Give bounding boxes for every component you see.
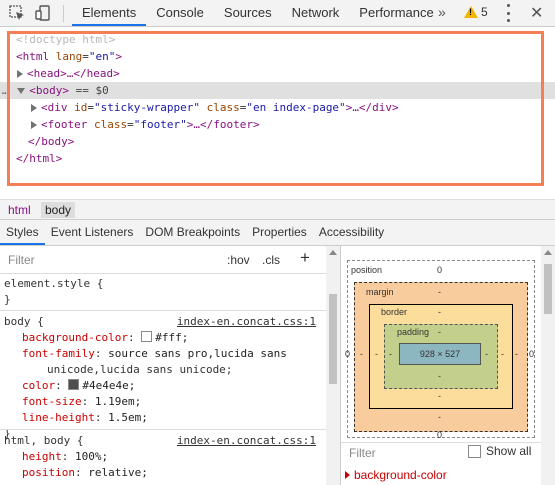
- tab-styles[interactable]: Styles: [0, 220, 45, 245]
- tab-accessibility[interactable]: Accessibility: [313, 220, 390, 245]
- element-style-rule[interactable]: element.style { }: [4, 276, 103, 308]
- dom-tree: <!doctype html> <html lang="en"> <head>……: [0, 27, 555, 199]
- panel-tabs: Elements Console Sources Network Perform…: [72, 0, 444, 26]
- border-bottom-value[interactable]: -: [438, 391, 441, 401]
- html-body-rule[interactable]: html, body { index-en.concat.css:1 heigh…: [4, 433, 322, 481]
- tab-dom-breakpoints[interactable]: DOM Breakpoints: [139, 220, 246, 245]
- prop-line-height[interactable]: line-height: 1.5em;: [4, 410, 322, 426]
- prop-height[interactable]: height: 100%;: [4, 449, 322, 465]
- styles-filter-bar: Filter :hov .cls +: [0, 246, 326, 274]
- scroll-up-icon[interactable]: [544, 250, 552, 255]
- tab-event-listeners[interactable]: Event Listeners: [45, 220, 140, 245]
- warnings-counter[interactable]: 5: [464, 5, 488, 19]
- computed-scrollbar[interactable]: [541, 246, 555, 485]
- body-rule[interactable]: body { index-en.concat.css:1 background-…: [4, 314, 322, 442]
- styles-filter-input[interactable]: Filter: [8, 253, 35, 267]
- hover-state-button[interactable]: :hov: [227, 253, 250, 267]
- devtools-toolbar: Elements Console Sources Network Perform…: [0, 0, 555, 27]
- styles-pane: Filter :hov .cls + element.style { } bod…: [0, 246, 326, 485]
- scroll-thumb[interactable]: [329, 294, 337, 384]
- body-rule-source-link[interactable]: index-en.concat.css:1: [177, 314, 316, 330]
- show-all-checkbox[interactable]: [468, 444, 481, 458]
- padding-label: padding: [397, 327, 430, 337]
- border-right-value[interactable]: -: [501, 349, 504, 359]
- more-tabs-icon[interactable]: »: [438, 4, 446, 20]
- prop-position[interactable]: position: relative;: [4, 465, 322, 481]
- computed-prop-name: background-color: [354, 468, 447, 482]
- tab-performance[interactable]: Performance: [349, 0, 443, 26]
- expand-triangle-icon[interactable]: [345, 471, 350, 479]
- new-rule-button[interactable]: +: [300, 248, 310, 268]
- prop-font-size[interactable]: font-size: 1.19em;: [4, 394, 322, 410]
- prop-font-family-cont: unicode,lucida sans unicode;: [47, 363, 233, 376]
- color-swatch-icon[interactable]: [141, 331, 153, 342]
- tab-console[interactable]: Console: [146, 0, 214, 26]
- prop-font-family[interactable]: font-family: source sans pro,lucida sans: [4, 346, 322, 362]
- element-style-selector: element.style {: [4, 277, 104, 290]
- scroll-up-icon[interactable]: [329, 250, 337, 255]
- border-top-value[interactable]: -: [438, 307, 441, 317]
- close-icon[interactable]: ✕: [530, 3, 543, 23]
- device-toolbar-icon[interactable]: [35, 5, 51, 21]
- divider: [0, 310, 326, 311]
- tab-properties[interactable]: Properties: [246, 220, 313, 245]
- margin-top-value[interactable]: -: [438, 287, 441, 297]
- annotation-highlight-box: [7, 31, 544, 186]
- divider: [0, 429, 326, 430]
- tab-sources[interactable]: Sources: [214, 0, 282, 26]
- position-label: position: [351, 265, 383, 275]
- show-all-toggle[interactable]: Show all: [468, 444, 531, 458]
- position-left-value[interactable]: 0: [345, 349, 350, 359]
- breadcrumb-body[interactable]: body: [41, 202, 76, 218]
- box-model-content[interactable]: 928 × 527: [399, 343, 481, 365]
- tab-elements[interactable]: Elements: [72, 0, 147, 26]
- toolbar-separator: [63, 5, 64, 22]
- tab-network[interactable]: Network: [282, 0, 350, 26]
- color-swatch-icon[interactable]: [68, 379, 80, 390]
- padding-right-value[interactable]: -: [485, 349, 488, 359]
- padding-bottom-value[interactable]: -: [438, 371, 441, 381]
- prop-color[interactable]: color: #4e4e4e;: [4, 378, 322, 394]
- inspect-element-icon[interactable]: [9, 5, 25, 21]
- position-right-value[interactable]: 0: [529, 349, 534, 359]
- margin-right-value[interactable]: -: [515, 349, 518, 359]
- padding-top-value[interactable]: -: [438, 327, 441, 337]
- breadcrumb: html body: [0, 199, 555, 220]
- warning-count: 5: [481, 5, 488, 19]
- padding-left-value[interactable]: -: [389, 349, 392, 359]
- show-all-label: Show all: [486, 444, 532, 458]
- computed-pane: position 0 margin - border - padding - 9…: [340, 246, 555, 485]
- scroll-thumb[interactable]: [544, 264, 552, 314]
- kebab-menu-icon[interactable]: [507, 4, 511, 22]
- breadcrumb-html[interactable]: html: [4, 202, 35, 218]
- computed-prop-row[interactable]: background-color: [345, 468, 447, 482]
- border-label: border: [381, 307, 408, 317]
- warning-icon: [464, 6, 478, 18]
- margin-bottom-value[interactable]: -: [438, 412, 441, 422]
- prop-background-color[interactable]: background-color: #fff;: [4, 330, 322, 346]
- html-body-rule-source-link[interactable]: index-en.concat.css:1: [177, 433, 316, 449]
- margin-left-value[interactable]: -: [360, 349, 363, 359]
- computed-filter-input[interactable]: Filter: [349, 446, 376, 460]
- styles-scrollbar[interactable]: [326, 246, 340, 485]
- margin-label: margin: [366, 287, 394, 297]
- position-bottom-value[interactable]: 0: [437, 430, 442, 440]
- position-top-value[interactable]: 0: [437, 265, 442, 275]
- class-toggle-button[interactable]: .cls: [262, 253, 280, 267]
- sidebar-tabs: Styles Event Listeners DOM Breakpoints P…: [0, 220, 555, 246]
- closing-brace: }: [4, 293, 11, 306]
- border-left-value[interactable]: -: [375, 349, 378, 359]
